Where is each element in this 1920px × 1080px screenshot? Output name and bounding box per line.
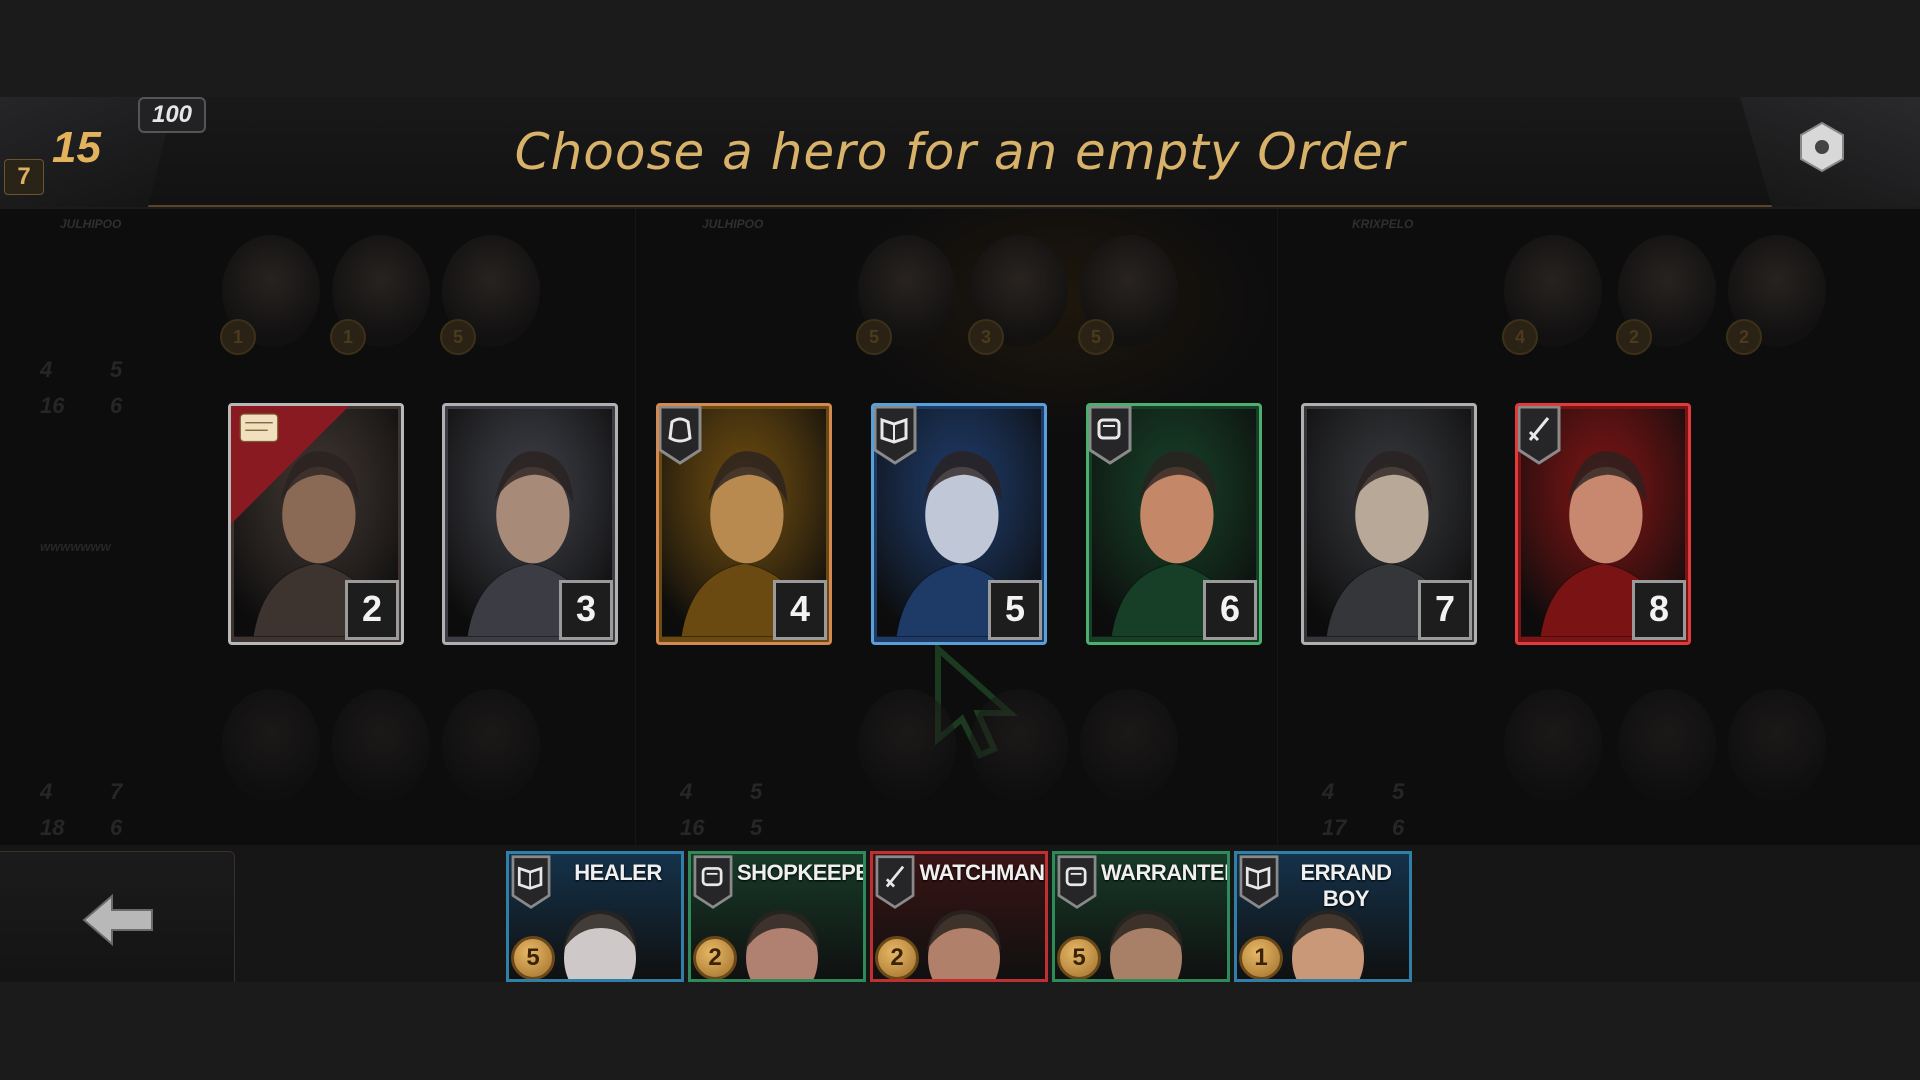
role-card[interactable]: WARRANTER 5 [1052, 851, 1230, 982]
player-name: JULHIPOO [702, 217, 764, 231]
faded-coin-badge: 4 [1502, 319, 1538, 355]
faded-stat-value: 4 [40, 779, 53, 804]
player-name: JULHIPOO [60, 217, 122, 231]
hero-card[interactable]: 8 [1515, 403, 1691, 645]
faded-stat-value: 16 [680, 815, 705, 840]
faded-coin-badge: 3 [968, 319, 1004, 355]
coin-badge: 2 [693, 936, 737, 979]
order-number: 5 [988, 580, 1042, 640]
role-name: WARRANTER [1101, 860, 1230, 885]
page-title: Choose a hero for an empty Order [514, 123, 1406, 181]
order-number: 6 [1203, 580, 1257, 640]
faded-coin-badge: 1 [220, 319, 256, 355]
hexagon-settings-icon [1800, 121, 1844, 173]
faded-hero-portrait [1504, 689, 1602, 801]
faded-hero-portrait [222, 689, 320, 801]
role-name: HEALER [574, 860, 662, 885]
role-card[interactable]: WATCHMAN 2 [870, 851, 1048, 982]
faded-hero-portrait [858, 689, 956, 801]
bottom-bar: HEALER 5 SHOPKEEPER 2 WATCHMAN 2 WARRANT… [0, 845, 1920, 982]
faded-hero-portrait [970, 689, 1068, 801]
letterbox-bottom [0, 982, 1920, 1080]
role-name: WATCHMAN [919, 860, 1045, 885]
coin-badge: 1 [1239, 936, 1283, 979]
hero-card[interactable]: 5 [871, 403, 1047, 645]
coin-bag-icon [691, 854, 735, 910]
book-icon [1237, 854, 1281, 910]
faded-stat-value: 6 [110, 815, 123, 840]
settings-button[interactable] [1798, 121, 1846, 173]
letterbox-top [0, 0, 1920, 97]
back-arrow-icon [82, 893, 153, 947]
faded-stat-value: 4 [680, 779, 693, 804]
sword-icon [873, 854, 917, 910]
role-card[interactable]: SHOPKEEPER 2 [688, 851, 866, 982]
order-number: 2 [345, 580, 399, 640]
faded-stat-value: 4 [40, 357, 53, 382]
faded-coin-badge: 1 [330, 319, 366, 355]
faded-hero-portrait [1618, 689, 1716, 801]
faded-coin-badge: 5 [440, 319, 476, 355]
order-number: 7 [1418, 580, 1472, 640]
coin-badge: 5 [511, 936, 555, 979]
scroll-icon [231, 406, 279, 466]
top-bar: 7 15 100 Choose a hero for an empty Orde… [0, 97, 1920, 207]
faded-stat-value: 18 [40, 815, 65, 840]
faded-stat-value: 5 [750, 815, 763, 840]
faded-stat-value: 6 [1392, 815, 1405, 840]
pouch-icon [659, 406, 703, 466]
faded-stat-value: 5 [110, 357, 123, 382]
faded-stat-value: 16 [40, 393, 65, 418]
hero-card[interactable]: 3 [442, 403, 618, 645]
order-number: 8 [1632, 580, 1686, 640]
faded-stat-value: 5 [1392, 779, 1405, 804]
hero-card[interactable]: 4 [656, 403, 832, 645]
faded-hero-portrait [442, 689, 540, 801]
order-number: 4 [773, 580, 827, 640]
role-name: SHOPKEEPER [737, 860, 863, 885]
faded-coin-badge: 5 [856, 319, 892, 355]
coin-badge: 5 [1057, 936, 1101, 979]
zone-caption: wwwwwww [40, 539, 111, 554]
order-number: 3 [559, 580, 613, 640]
role-card[interactable]: HEALER 5 [506, 851, 684, 982]
faded-hero-portrait [1080, 689, 1178, 801]
hero-card[interactable]: 6 [1086, 403, 1262, 645]
coin-badge: 2 [875, 936, 919, 979]
faded-stat-value: 6 [110, 393, 123, 418]
faded-stat-value: 5 [750, 779, 763, 804]
faded-coin-badge: 5 [1078, 319, 1114, 355]
book-icon [509, 854, 553, 910]
player-name: KRIXPELO [1352, 217, 1414, 231]
hero-card[interactable]: 2 [228, 403, 404, 645]
sword-icon [1518, 406, 1562, 466]
back-button[interactable] [0, 851, 235, 982]
book-icon [874, 406, 918, 466]
role-name: ERRAND BOY [1300, 860, 1392, 911]
role-card[interactable]: ERRAND BOY 1 [1234, 851, 1412, 982]
faded-hero-portrait [332, 689, 430, 801]
faded-coin-badge: 2 [1616, 319, 1652, 355]
coin-bag-icon [1055, 854, 1099, 910]
faded-hero-portrait [1728, 689, 1826, 801]
faded-stat-value: 4 [1322, 779, 1335, 804]
faded-stat-value: 7 [110, 779, 123, 804]
coin-bag-icon [1089, 406, 1133, 466]
hero-card[interactable]: 7 [1301, 403, 1477, 645]
faded-stat-value: 17 [1322, 815, 1347, 840]
faded-coin-badge: 2 [1726, 319, 1762, 355]
